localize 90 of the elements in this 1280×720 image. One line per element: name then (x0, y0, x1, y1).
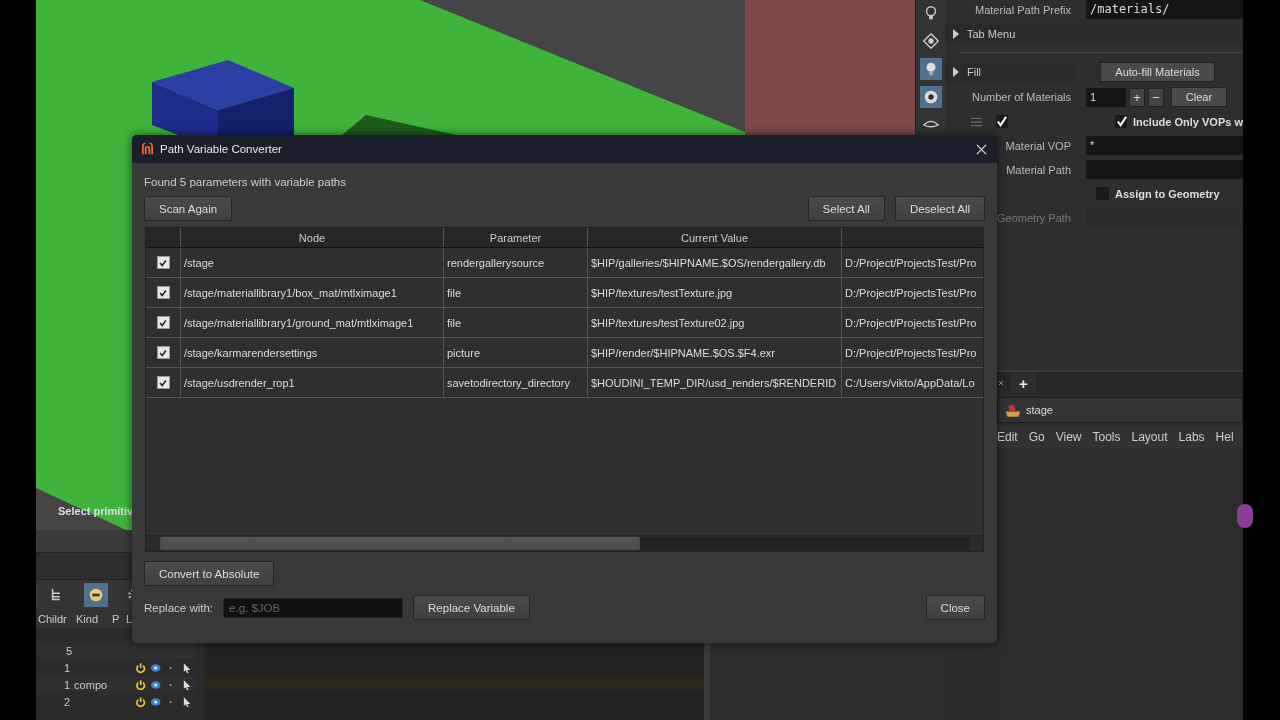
checkbox[interactable] (156, 346, 170, 359)
menu-item[interactable]: Go (1028, 430, 1045, 444)
path-bar[interactable]: stage (997, 397, 1243, 423)
viewport-prompt: Select primitiv (58, 505, 134, 517)
table-cell-text: D:/Project/ProjectsTest/Pro (844, 255, 978, 271)
table-cell-text: compo (73, 678, 109, 691)
table-cell: /stage/usdrender_rop1 (181, 368, 444, 397)
field-label: Material VOP (1005, 139, 1071, 152)
table-cell: $HOUDINI_TEMP_DIR/usd_renders/$RENDERID (588, 368, 842, 397)
material-vop-field[interactable]: * (1086, 136, 1243, 155)
section-header[interactable]: Fill (945, 62, 1075, 82)
table-cell: /stage/materiallibrary1/ground_mat/mtlximage1 (181, 308, 444, 337)
scan-again-button[interactable]: Scan Again (144, 196, 233, 221)
deselect-all-button[interactable]: Deselect All (894, 196, 985, 221)
column-header[interactable]: Parameter (444, 228, 588, 247)
convert-button[interactable]: Convert to Absolute (144, 561, 275, 586)
replace-field[interactable]: e.g. $JOB (223, 597, 404, 618)
material-path-field[interactable] (1086, 160, 1243, 179)
eye-icon[interactable] (150, 661, 162, 674)
menu-item[interactable]: Layout (1131, 430, 1168, 444)
eye-icon[interactable] (150, 678, 162, 691)
table-cell: /stage/karmarendersettings (181, 338, 444, 367)
table-cell-text: D:/Project/ProjectsTest/Pro (844, 345, 978, 361)
column-header[interactable]: Kind (74, 613, 110, 625)
column-header[interactable]: Childr (36, 613, 74, 625)
checkbox[interactable] (995, 115, 1008, 128)
table-cell-text: D:/Project/ProjectsTest/Pro (844, 285, 978, 301)
section-header[interactable]: Tab Menu (945, 24, 1243, 43)
node-shape (1237, 504, 1253, 528)
select-all-button[interactable]: Select All (807, 196, 885, 221)
menu-item[interactable]: Tools (1092, 430, 1121, 444)
field-label: Replace with: (144, 601, 214, 614)
geometry-path-field[interactable] (1086, 208, 1243, 227)
path-text: stage (1026, 404, 1053, 416)
eye-icon[interactable] (150, 695, 162, 708)
table-cell: rendergallerysource (444, 248, 588, 277)
table-cell: picture (444, 338, 588, 367)
menu-item[interactable]: View (1055, 430, 1082, 444)
field-label: Geometry Path (997, 211, 1071, 224)
target-icon[interactable] (84, 583, 108, 607)
field-label: Material Path (1006, 163, 1071, 176)
table-cell: /stage/materiallibrary1/box_mat/mtlximage1 (181, 278, 444, 307)
plus-button[interactable]: + (1129, 87, 1145, 107)
horizontal-scrollbar[interactable] (146, 535, 983, 551)
table-cell: $HIP/render/$HIPNAME.$OS.$F4.exr (588, 338, 842, 367)
drag-handle-icon[interactable] (970, 116, 983, 127)
power-icon[interactable] (134, 678, 146, 691)
checkbox[interactable] (156, 256, 170, 269)
checkbox-label: Assign to Geometry (1115, 187, 1220, 200)
table-cell-text: C:/Users/vikto/AppData/Lo (844, 375, 976, 391)
checkbox[interactable] (156, 376, 170, 389)
table-cell-text: 1 (63, 661, 72, 674)
field-label: Number of Materials (970, 91, 1072, 103)
field-label: Material Path Prefix (974, 3, 1072, 16)
table-cell-text: 1 (63, 678, 72, 691)
column-header[interactable]: Current Value (588, 228, 842, 247)
new-tab-button[interactable]: + (1011, 373, 1036, 393)
close-button[interactable]: Close (925, 595, 985, 620)
checkbox[interactable] (156, 286, 170, 299)
table-cell: savetodirectory_directory (444, 368, 588, 397)
close-icon[interactable] (997, 379, 1005, 387)
table-cell: file (444, 278, 588, 307)
window-title: Path Variable Converter (160, 143, 283, 155)
bulb-icon[interactable] (919, 58, 942, 80)
app-logo-icon (141, 142, 154, 156)
checkbox[interactable] (156, 316, 170, 329)
column-header[interactable]: P (110, 613, 124, 625)
autofill-button[interactable]: Auto-fill Materials (1100, 62, 1215, 82)
table-cell-text: 2 (63, 695, 72, 708)
table-cell: /stage (181, 248, 444, 277)
table-cell: $HIP/textures/testTexture.jpg (588, 278, 842, 307)
status-message: Found 5 parameters with variable paths (144, 176, 347, 190)
path-prefix-field[interactable]: /materials/ (1086, 0, 1243, 19)
menu-item[interactable]: Hel (1215, 430, 1234, 444)
table-cell-text: 5 (64, 644, 73, 657)
table-cell: $HIP/textures/testTexture02.jpg (588, 308, 842, 337)
stage-icon (1004, 402, 1022, 418)
table-cell: $HIP/galleries/$HIPNAME.$OS/rendergallery.db (588, 248, 842, 277)
table-cell: file (444, 308, 588, 337)
menu-item[interactable]: Edit (997, 430, 1018, 444)
clear-button[interactable]: Clear (1171, 87, 1227, 107)
table-cell-text: D:/Project/ProjectsTest/Pro (844, 315, 978, 331)
checkbox-label: Include Only VOPs w (1132, 115, 1243, 128)
power-icon[interactable] (134, 695, 146, 708)
menu-item[interactable]: Labs (1178, 430, 1205, 444)
minus-button[interactable]: − (1148, 87, 1164, 107)
number-field[interactable]: 1 (1086, 87, 1126, 107)
replace-variable-button[interactable]: Replace Variable (413, 595, 530, 620)
column-header[interactable]: Node (181, 228, 444, 247)
power-icon[interactable] (134, 661, 146, 674)
